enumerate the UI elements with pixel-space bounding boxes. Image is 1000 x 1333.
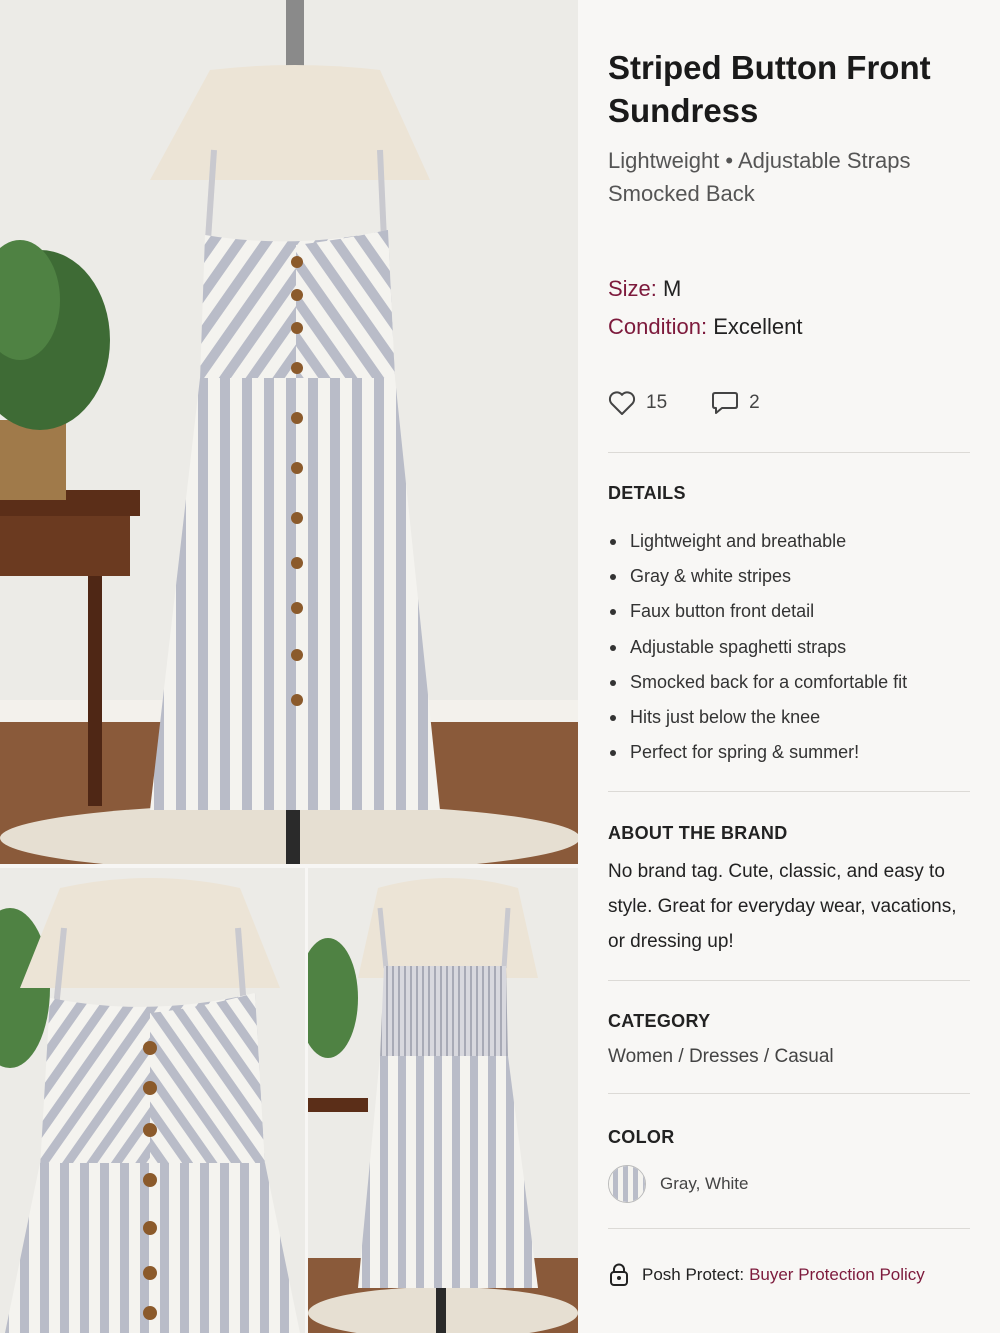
product-photo-front[interactable] (0, 868, 305, 1333)
posh-protect-row: Posh Protect: Buyer Protection Policy (608, 1263, 925, 1287)
buyer-protection-link[interactable]: Buyer Protection Policy (749, 1265, 925, 1285)
condition-row: Condition: Excellent (608, 312, 802, 342)
condition-value: Excellent (713, 314, 803, 339)
category-heading: CATEGORY (608, 1011, 711, 1031)
comment-icon (712, 392, 739, 414)
color-value: Gray, White (660, 1174, 749, 1193)
list-item: Perfect for spring & summer! (608, 735, 907, 770)
details-list: Lightweight and breathable Gray & white … (608, 524, 907, 770)
product-photo-back[interactable] (308, 868, 578, 1333)
comment-button[interactable]: 2 (711, 390, 760, 416)
details-heading: DETAILS (608, 483, 686, 503)
listing-subtitle: Lightweight • Adjustable Straps Smocked … (608, 148, 911, 206)
condition-label: Condition: (608, 314, 708, 339)
like-count: 15 (646, 392, 668, 413)
color-heading: COLOR (608, 1127, 675, 1147)
product-photo-main[interactable] (0, 0, 578, 864)
size-value: M (663, 276, 682, 301)
brand-description: No brand tag. Cute, classic, and easy to… (608, 861, 957, 952)
list-item: Hits just below the knee (608, 700, 907, 735)
posh-protect-label: Posh Protect: (642, 1265, 745, 1284)
divider (608, 1093, 970, 1094)
size-label: Size: (608, 276, 657, 301)
divider (608, 791, 970, 792)
brand-heading: ABOUT THE BRAND (608, 823, 788, 843)
divider (608, 1228, 970, 1229)
list-item: Gray & white stripes (608, 559, 907, 594)
comment-count: 2 (749, 392, 760, 413)
listing-info-panel: Striped Button Front Sundress Lightweigh… (578, 0, 1000, 1333)
listing-title: Striped Button Front Sundress (608, 49, 931, 129)
heart-icon (608, 391, 636, 415)
list-item: Smocked back for a comfortable fit (608, 665, 907, 700)
list-item: Lightweight and breathable (608, 524, 907, 559)
color-row: Gray, White (608, 1165, 748, 1203)
color-swatch (608, 1165, 646, 1203)
category-breadcrumb[interactable]: Women / Dresses / Casual (608, 1046, 834, 1068)
like-button[interactable]: 15 (608, 390, 667, 416)
shield-lock-icon (610, 1263, 628, 1286)
divider (608, 452, 970, 453)
list-item: Adjustable spaghetti straps (608, 630, 907, 665)
size-row: Size: M (608, 274, 681, 304)
social-bar: 15 2 (608, 390, 804, 416)
divider (608, 980, 970, 981)
list-item: Faux button front detail (608, 594, 907, 629)
